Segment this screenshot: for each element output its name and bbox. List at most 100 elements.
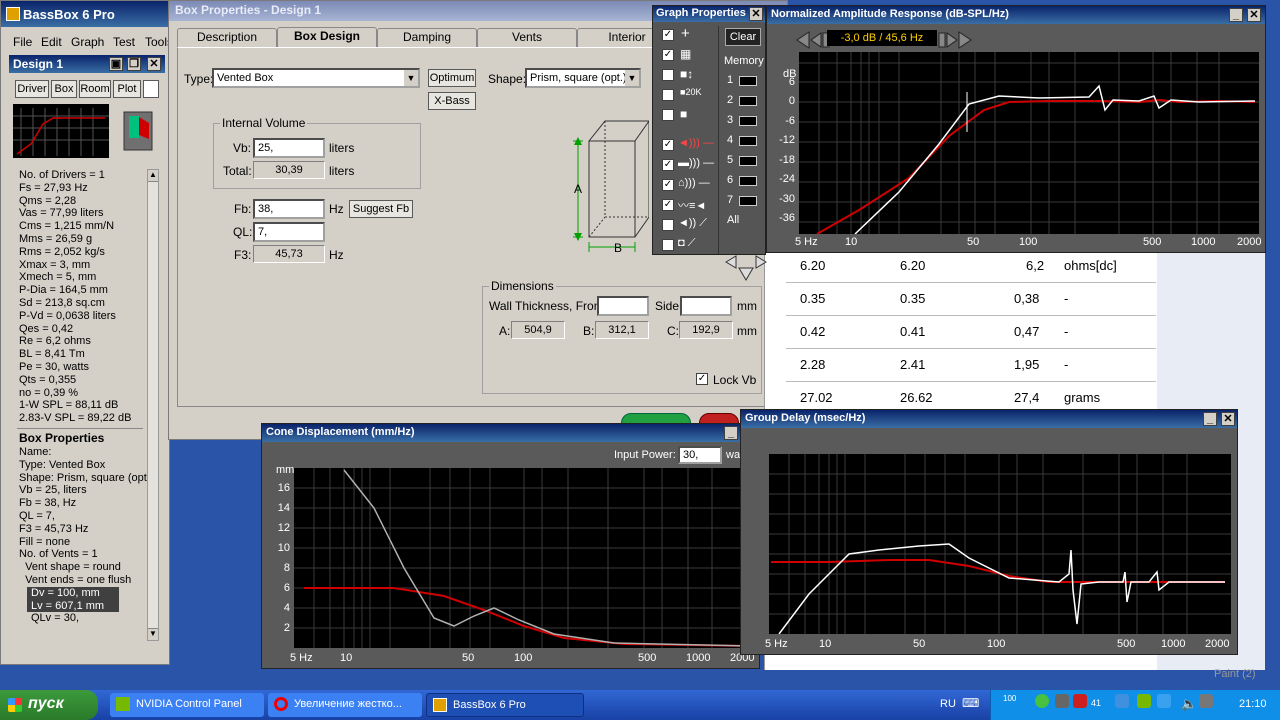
- param-line: 2.83-V SPL = 89,22 dB: [19, 412, 132, 425]
- tab-damping[interactable]: Damping: [377, 28, 477, 47]
- tab-vents[interactable]: Vents: [477, 28, 577, 47]
- x-tick-label: 500: [638, 652, 657, 664]
- table-cell: 0,38: [1014, 291, 1040, 306]
- type-select[interactable]: Vented Box ▼: [212, 68, 420, 88]
- table-cell: 2.28: [800, 357, 826, 372]
- fb-label: Fb:: [234, 202, 252, 216]
- memory-slot-2[interactable]: [739, 96, 757, 106]
- menu-tools[interactable]: Tools: [145, 35, 169, 49]
- save-icon[interactable]: ▣: [109, 57, 123, 71]
- menu-edit[interactable]: Edit: [41, 35, 62, 49]
- menu-test[interactable]: Test: [113, 35, 135, 49]
- taskbar-item-opera[interactable]: Увеличение жестко...: [268, 693, 422, 717]
- optimum-button[interactable]: Optimum: [428, 69, 476, 87]
- curve7-checkbox[interactable]: ✓: [662, 199, 674, 211]
- tab-box[interactable]: Box: [51, 80, 77, 98]
- crosshair-checkbox[interactable]: ✓: [662, 29, 674, 41]
- table-cell: 6,2: [1026, 258, 1045, 273]
- tab-driver[interactable]: Driver: [15, 80, 49, 98]
- clock[interactable]: 21:10: [1239, 698, 1267, 710]
- wall-front-input[interactable]: [597, 296, 649, 316]
- chevron-down-icon[interactable]: ▼: [404, 70, 418, 86]
- plot-color-box[interactable]: [143, 80, 159, 98]
- curve6-checkbox[interactable]: ✓: [662, 179, 674, 191]
- suggest-fb-button[interactable]: Suggest Fb: [349, 200, 413, 218]
- utorrent-icon[interactable]: [1035, 694, 1049, 708]
- speaker-icon: [123, 111, 153, 151]
- group-delay-window: Group Delay (msec/Hz) _ ✕ 5 Hz 10 50 100…: [740, 409, 1238, 655]
- lock-vb-checkbox[interactable]: ✓: [696, 373, 708, 385]
- tab-description[interactable]: Description: [177, 28, 277, 47]
- minimize-icon[interactable]: _: [1229, 8, 1243, 22]
- param-line: Vas = 77,99 liters: [19, 207, 104, 220]
- close-icon[interactable]: ✕: [147, 57, 161, 71]
- scroll-down-icon[interactable]: ▼: [148, 628, 158, 640]
- y-tick-label: 8: [283, 562, 290, 574]
- clear-button[interactable]: Clear: [725, 28, 761, 46]
- shape-select[interactable]: Prism, square (opt.) ▼: [525, 68, 641, 88]
- tab-box-design[interactable]: Box Design: [277, 27, 377, 48]
- table-cell: 6.20: [800, 258, 826, 273]
- menu-graph[interactable]: Graph: [71, 35, 104, 49]
- minimize-icon[interactable]: _: [724, 426, 738, 440]
- all1-checkbox[interactable]: [662, 219, 674, 231]
- memory-slot-4[interactable]: [739, 136, 757, 146]
- copy-icon[interactable]: ❐: [127, 57, 141, 71]
- taskbar-item-bassbox[interactable]: BassBox 6 Pro: [426, 693, 584, 717]
- memory-slot-7[interactable]: [739, 196, 757, 206]
- start-button[interactable]: пуск: [0, 690, 98, 720]
- range-checkbox[interactable]: [662, 89, 674, 101]
- y-tick-label: 10: [277, 542, 290, 554]
- tab-room[interactable]: Room: [79, 80, 111, 98]
- scroll-up-icon[interactable]: ▲: [148, 170, 158, 182]
- vent-diameter-line[interactable]: Dv = 100, mm: [27, 586, 119, 600]
- close-icon[interactable]: ✕: [1221, 412, 1235, 426]
- tray-app-icon[interactable]: [1199, 694, 1213, 708]
- scale-checkbox[interactable]: [662, 69, 674, 81]
- network-icon[interactable]: [1115, 694, 1129, 708]
- cone-title-bar: Cone Displacement (mm/Hz): [262, 424, 759, 442]
- grid-checkbox[interactable]: ✓: [662, 49, 674, 61]
- design-title-bar: Design 1: [9, 55, 165, 73]
- taskbar-item-nvidia[interactable]: NVIDIA Control Panel: [110, 693, 264, 717]
- tray-app-icon[interactable]: [1055, 694, 1069, 708]
- memory-all-label[interactable]: All: [727, 214, 739, 226]
- table-cell: -: [1064, 324, 1069, 339]
- curve4-checkbox[interactable]: ✓: [662, 139, 674, 151]
- memory-slot-6[interactable]: [739, 176, 757, 186]
- language-indicator[interactable]: RU: [940, 698, 956, 710]
- x-tick-label: 10: [845, 236, 858, 248]
- export-checkbox[interactable]: [662, 109, 674, 121]
- curve5-checkbox[interactable]: ✓: [662, 159, 674, 171]
- tray-app-icon[interactable]: [1073, 694, 1087, 708]
- tray-app-icon[interactable]: [1157, 694, 1171, 708]
- all2-checkbox[interactable]: [662, 239, 674, 251]
- lock-vb-label: Lock Vb: [713, 373, 757, 387]
- nvidia-tray-icon[interactable]: [1137, 694, 1151, 708]
- vent-length-line[interactable]: Lv = 607,1 mm: [27, 599, 119, 613]
- menu-file[interactable]: File: [13, 35, 32, 49]
- input-power-input[interactable]: 30,: [678, 446, 722, 464]
- param-line: Xmech = 5, mm: [19, 271, 97, 284]
- close-icon[interactable]: ✕: [1247, 8, 1261, 22]
- y-tick-label: 14: [277, 502, 290, 514]
- dim-b-letter: B: [614, 241, 623, 255]
- minimize-icon[interactable]: _: [1203, 412, 1217, 426]
- amp-nav-right-icon[interactable]: [937, 30, 973, 50]
- wall-side-input[interactable]: [680, 296, 732, 316]
- memory-slot-1[interactable]: [739, 76, 757, 86]
- amplitude-window: Normalized Amplitude Response (dB-SPL/Hz…: [766, 5, 1266, 253]
- xbass-button[interactable]: X-Bass: [428, 92, 476, 110]
- fb-input[interactable]: 38,: [253, 199, 325, 219]
- nav-arrows-icon[interactable]: [724, 254, 768, 282]
- volume-icon[interactable]: 🔈: [1181, 696, 1197, 712]
- ql-input[interactable]: 7,: [253, 222, 325, 242]
- memory-slot-5[interactable]: [739, 156, 757, 166]
- vb-input[interactable]: 25,: [253, 138, 325, 158]
- tab-plot[interactable]: Plot: [113, 80, 141, 98]
- memory-slot-3[interactable]: [739, 116, 757, 126]
- close-icon[interactable]: ✕: [749, 7, 763, 21]
- chevron-down-icon[interactable]: ▼: [625, 70, 639, 86]
- param-line: Qes = 0,42: [19, 322, 74, 335]
- param-scrollbar[interactable]: ▲ ▼: [147, 169, 159, 641]
